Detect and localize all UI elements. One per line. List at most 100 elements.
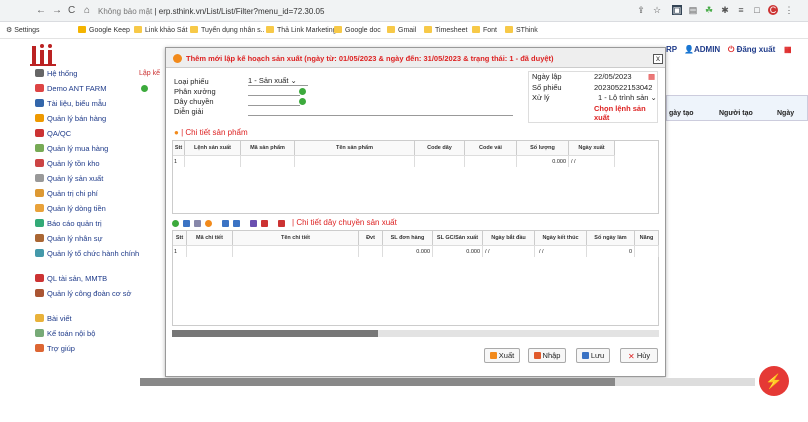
profile-avatar[interactable]: C (768, 5, 778, 15)
column-header: Code vải (465, 141, 517, 155)
sidebar-item[interactable]: Quản trị chi phí (35, 189, 145, 198)
star-icon[interactable]: ☆ (652, 5, 662, 15)
back-icon[interactable]: ← (36, 5, 46, 16)
extension-icon[interactable]: ▤ (688, 5, 698, 15)
table-cell[interactable] (415, 155, 465, 167)
sidebar-item[interactable]: Demo ANT FARM (35, 84, 145, 93)
save-button[interactable]: Lưu (576, 348, 610, 363)
bookmark-item[interactable]: Google doc (334, 25, 381, 36)
puzzle-icon[interactable]: ✱ (720, 5, 730, 15)
table-cell[interactable]: / / (483, 245, 535, 257)
bookmark-item[interactable]: Thả Link Marketing (266, 25, 337, 36)
sidebar-item[interactable]: Báo cáo quản trị (35, 219, 145, 228)
home-icon[interactable]: ⌂ (84, 5, 90, 16)
table-cell[interactable]: 0.000 (383, 245, 433, 257)
xu-ly-label: Xử lý (532, 93, 550, 102)
sidebar-item-label: Quản lý bán hàng (47, 114, 107, 123)
sidebar-item-label: Demo ANT FARM (47, 84, 107, 93)
bookmark-item[interactable]: Timesheet (424, 25, 467, 36)
sidebar-item[interactable]: Quản lý công đoàn cơ sở (35, 289, 145, 298)
table-cell[interactable] (359, 245, 383, 257)
export-button[interactable]: Xuất (484, 348, 520, 363)
sidebar-item[interactable]: Quản lý nhân sự (35, 234, 145, 243)
import-button[interactable]: Nhập (528, 348, 566, 363)
extension-icon[interactable]: ☘ (704, 5, 714, 15)
forward-icon[interactable]: → (52, 5, 62, 16)
table-cell[interactable]: 0 (587, 245, 635, 257)
sidebar-item[interactable]: QL tài sản, MMTB (35, 274, 145, 283)
table-cell[interactable] (185, 155, 241, 167)
column-header: Số lượng (517, 141, 569, 155)
share-icon[interactable]: ⇪ (636, 5, 646, 15)
table-cell[interactable]: / / (535, 245, 587, 257)
table-cell[interactable] (187, 245, 233, 257)
ngay-lap-input[interactable]: 22/05/2023 (594, 72, 632, 81)
sidebar-item[interactable]: Quản lý bán hàng (35, 114, 145, 123)
bookmark-item[interactable]: Gmail (387, 25, 416, 36)
copy-icon[interactable] (183, 220, 190, 227)
table-cell[interactable]: 0.000 (517, 155, 569, 167)
xu-ly-select[interactable]: 1 - Lộ trình sản ⌄ (598, 93, 657, 102)
page-horizontal-scrollbar[interactable] (140, 378, 755, 386)
arrow-down-icon[interactable] (233, 220, 240, 227)
remove-icon[interactable] (278, 220, 285, 227)
add-icon[interactable] (141, 85, 148, 92)
sidebar-item[interactable]: Quản lý mua hàng (35, 144, 145, 153)
sidebar-item[interactable]: Kế toán nội bộ (35, 329, 145, 338)
table-cell[interactable] (241, 155, 295, 167)
sidebar-item[interactable]: Tài liệu, biểu mẫu (35, 99, 145, 108)
dien-giai-input[interactable] (248, 107, 513, 116)
extension-icon[interactable]: ▣ (672, 5, 682, 15)
sidebar-item[interactable]: Hệ thống (35, 69, 145, 78)
import-icon[interactable] (261, 220, 268, 227)
select-production-order-link[interactable]: Chọn lệnh sản xuất (594, 104, 658, 122)
table-cell[interactable]: 0.000 (433, 245, 483, 257)
phan-xuong-input[interactable] (248, 87, 300, 96)
product-detail-table: Stt Lệnh sản xuất Mã sản phẩm Tên sản ph… (172, 140, 659, 214)
print-icon[interactable] (250, 220, 257, 227)
cancel-button[interactable]: ✕ Hủy (620, 348, 658, 363)
calendar-icon[interactable]: ▦ (648, 72, 655, 81)
sidebar-item[interactable]: Quản lý tổ chức hành chính (35, 249, 145, 258)
close-button[interactable]: x (653, 54, 663, 64)
edit-icon[interactable] (194, 220, 201, 227)
reload-icon[interactable]: C (68, 5, 75, 16)
add-icon[interactable] (299, 98, 306, 105)
bookmark-item[interactable]: Tuyển dụng nhân s.. (190, 25, 265, 36)
sidebar-item[interactable]: Trợ giúp (35, 344, 145, 353)
media-icon[interactable]: ≡ (736, 5, 746, 15)
sidebar-item[interactable]: Quản lý tồn kho (35, 159, 145, 168)
bookmark-item[interactable]: SThink (505, 25, 538, 36)
table-cell[interactable] (233, 245, 359, 257)
table-cell[interactable] (635, 245, 659, 257)
flag-icon[interactable]: ▦ (784, 45, 792, 54)
menu-icon[interactable]: ⋮ (784, 5, 794, 15)
table-cell[interactable]: / / (569, 155, 615, 167)
bookmark-item[interactable]: Font (472, 25, 497, 36)
sidebar-item-label: Quản lý dòng tiền (47, 204, 106, 213)
table-cell[interactable] (465, 155, 517, 167)
day-chuyen-input[interactable] (248, 97, 300, 106)
table-cell[interactable] (295, 155, 415, 167)
admin-link[interactable]: 👤ADMIN (684, 45, 720, 54)
logout-link[interactable]: ⏻ Đăng xuất (728, 45, 775, 55)
address-bar[interactable]: Không bảo mật | erp.sthink.vn/List/List/… (98, 4, 618, 19)
delete-icon[interactable] (205, 220, 212, 227)
loai-phieu-select[interactable]: 1 - Sản xuất ⌄ (248, 76, 308, 86)
add-row-icon[interactable] (172, 220, 179, 227)
add-icon[interactable] (299, 88, 306, 95)
sidebar-item[interactable]: Quản lý dòng tiền (35, 204, 145, 213)
sidebar-item[interactable]: Quản lý sản xuất (35, 174, 145, 183)
arrow-up-icon[interactable] (222, 220, 229, 227)
so-phieu-value: 20230522153042 (594, 83, 653, 92)
table-horizontal-scrollbar[interactable] (172, 330, 659, 337)
bookmark-item[interactable]: Link khảo Sát (134, 25, 187, 36)
bookmark-item[interactable]: Google Keep (78, 25, 130, 36)
column-header: Ngày kết thúc (535, 231, 587, 245)
sidebar-item[interactable]: QA/QC (35, 129, 145, 138)
messenger-chat-button[interactable]: ⚡ (759, 366, 789, 396)
sidebar-item[interactable]: Bài viết (35, 314, 145, 323)
window-icon[interactable]: □ (752, 5, 762, 15)
sidebar-item-label: Quản trị chi phí (47, 189, 98, 198)
bookmark-item[interactable]: ⚙ Settings (6, 25, 40, 36)
